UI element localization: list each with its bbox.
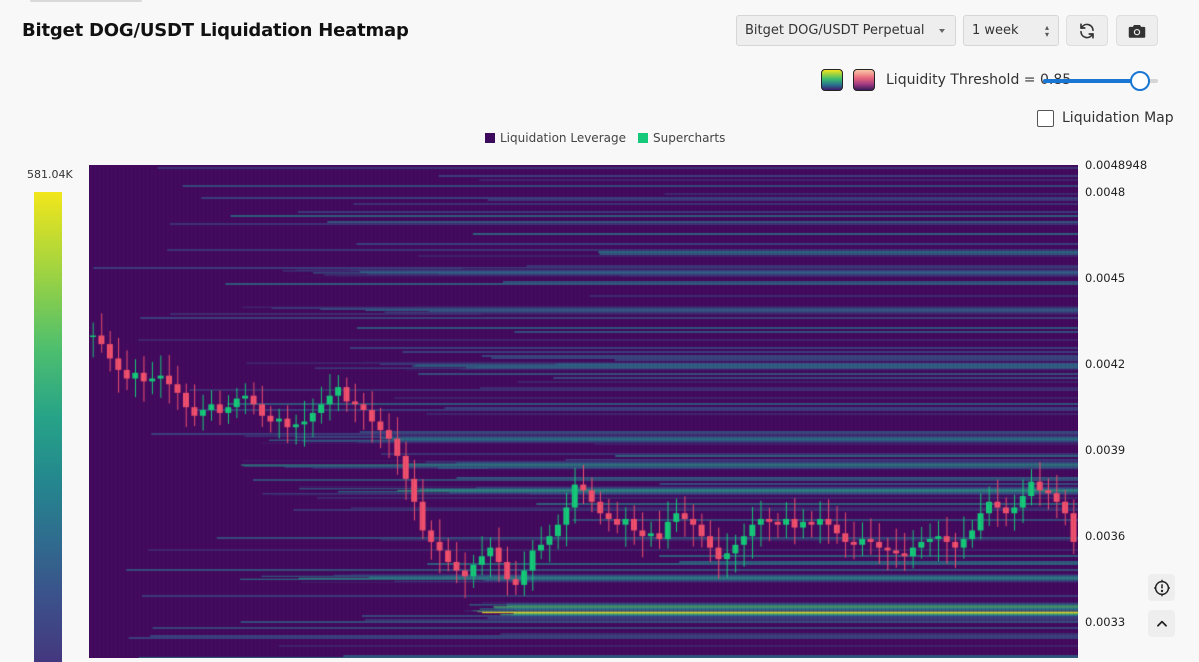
camera-icon bbox=[1128, 24, 1146, 38]
screenshot-button[interactable] bbox=[1116, 15, 1158, 46]
y-axis-tick: 0.0048948 bbox=[1085, 158, 1148, 172]
chevron-up-icon bbox=[1156, 620, 1167, 627]
viridis-colorscale-button[interactable] bbox=[821, 69, 843, 91]
magma-colorscale-button[interactable] bbox=[853, 69, 875, 91]
refresh-button[interactable] bbox=[1066, 15, 1108, 46]
slider-thumb[interactable] bbox=[1130, 71, 1151, 91]
y-axis-tick: 0.0045 bbox=[1085, 271, 1126, 285]
colorbar-max-label: 581.04K bbox=[27, 168, 73, 181]
slider-fill bbox=[1043, 79, 1140, 83]
liquidation-heatmap-chart[interactable] bbox=[89, 165, 1078, 658]
legend-swatch bbox=[485, 133, 495, 143]
y-axis-tick: 0.0048 bbox=[1085, 185, 1126, 199]
exchange-select-value: Bitget DOG/USDT Perpetual bbox=[745, 23, 925, 38]
dropdown-arrow-icon bbox=[939, 29, 945, 33]
legend-item-liquidation-leverage[interactable]: Liquidation Leverage bbox=[485, 131, 626, 145]
y-axis-tick: 0.0036 bbox=[1085, 529, 1126, 543]
time-range-value: 1 week bbox=[972, 23, 1019, 38]
top-tab-indicator bbox=[30, 0, 142, 2]
up-down-arrows-icon: ▴ ▾ bbox=[1044, 23, 1049, 39]
y-axis-tick: 0.0033 bbox=[1085, 615, 1126, 629]
reset-time-icon bbox=[1153, 579, 1170, 596]
legend-label: Supercharts bbox=[652, 131, 726, 145]
colorbar bbox=[34, 192, 62, 662]
scroll-up-button[interactable] bbox=[1148, 610, 1175, 637]
reset-zoom-button[interactable] bbox=[1148, 574, 1175, 601]
legend-swatch bbox=[637, 133, 648, 143]
page-title: Bitget DOG/USDT Liquidation Heatmap bbox=[22, 20, 409, 41]
y-axis-tick: 0.0039 bbox=[1085, 443, 1126, 457]
liquidation-map-label[interactable]: Liquidation Map bbox=[1062, 110, 1174, 126]
exchange-select[interactable]: Bitget DOG/USDT Perpetual bbox=[736, 15, 956, 46]
chart-legend: Liquidation Leverage Supercharts bbox=[485, 131, 725, 145]
legend-label: Liquidation Leverage bbox=[500, 131, 626, 145]
legend-item-supercharts[interactable]: Supercharts bbox=[637, 131, 726, 145]
liquidity-threshold-slider[interactable] bbox=[1043, 71, 1158, 91]
time-range-select[interactable]: 1 week ▴ ▾ bbox=[963, 15, 1059, 46]
liquidation-map-checkbox[interactable] bbox=[1037, 110, 1054, 127]
y-axis-tick: 0.0042 bbox=[1085, 357, 1126, 371]
refresh-icon bbox=[1080, 22, 1094, 39]
